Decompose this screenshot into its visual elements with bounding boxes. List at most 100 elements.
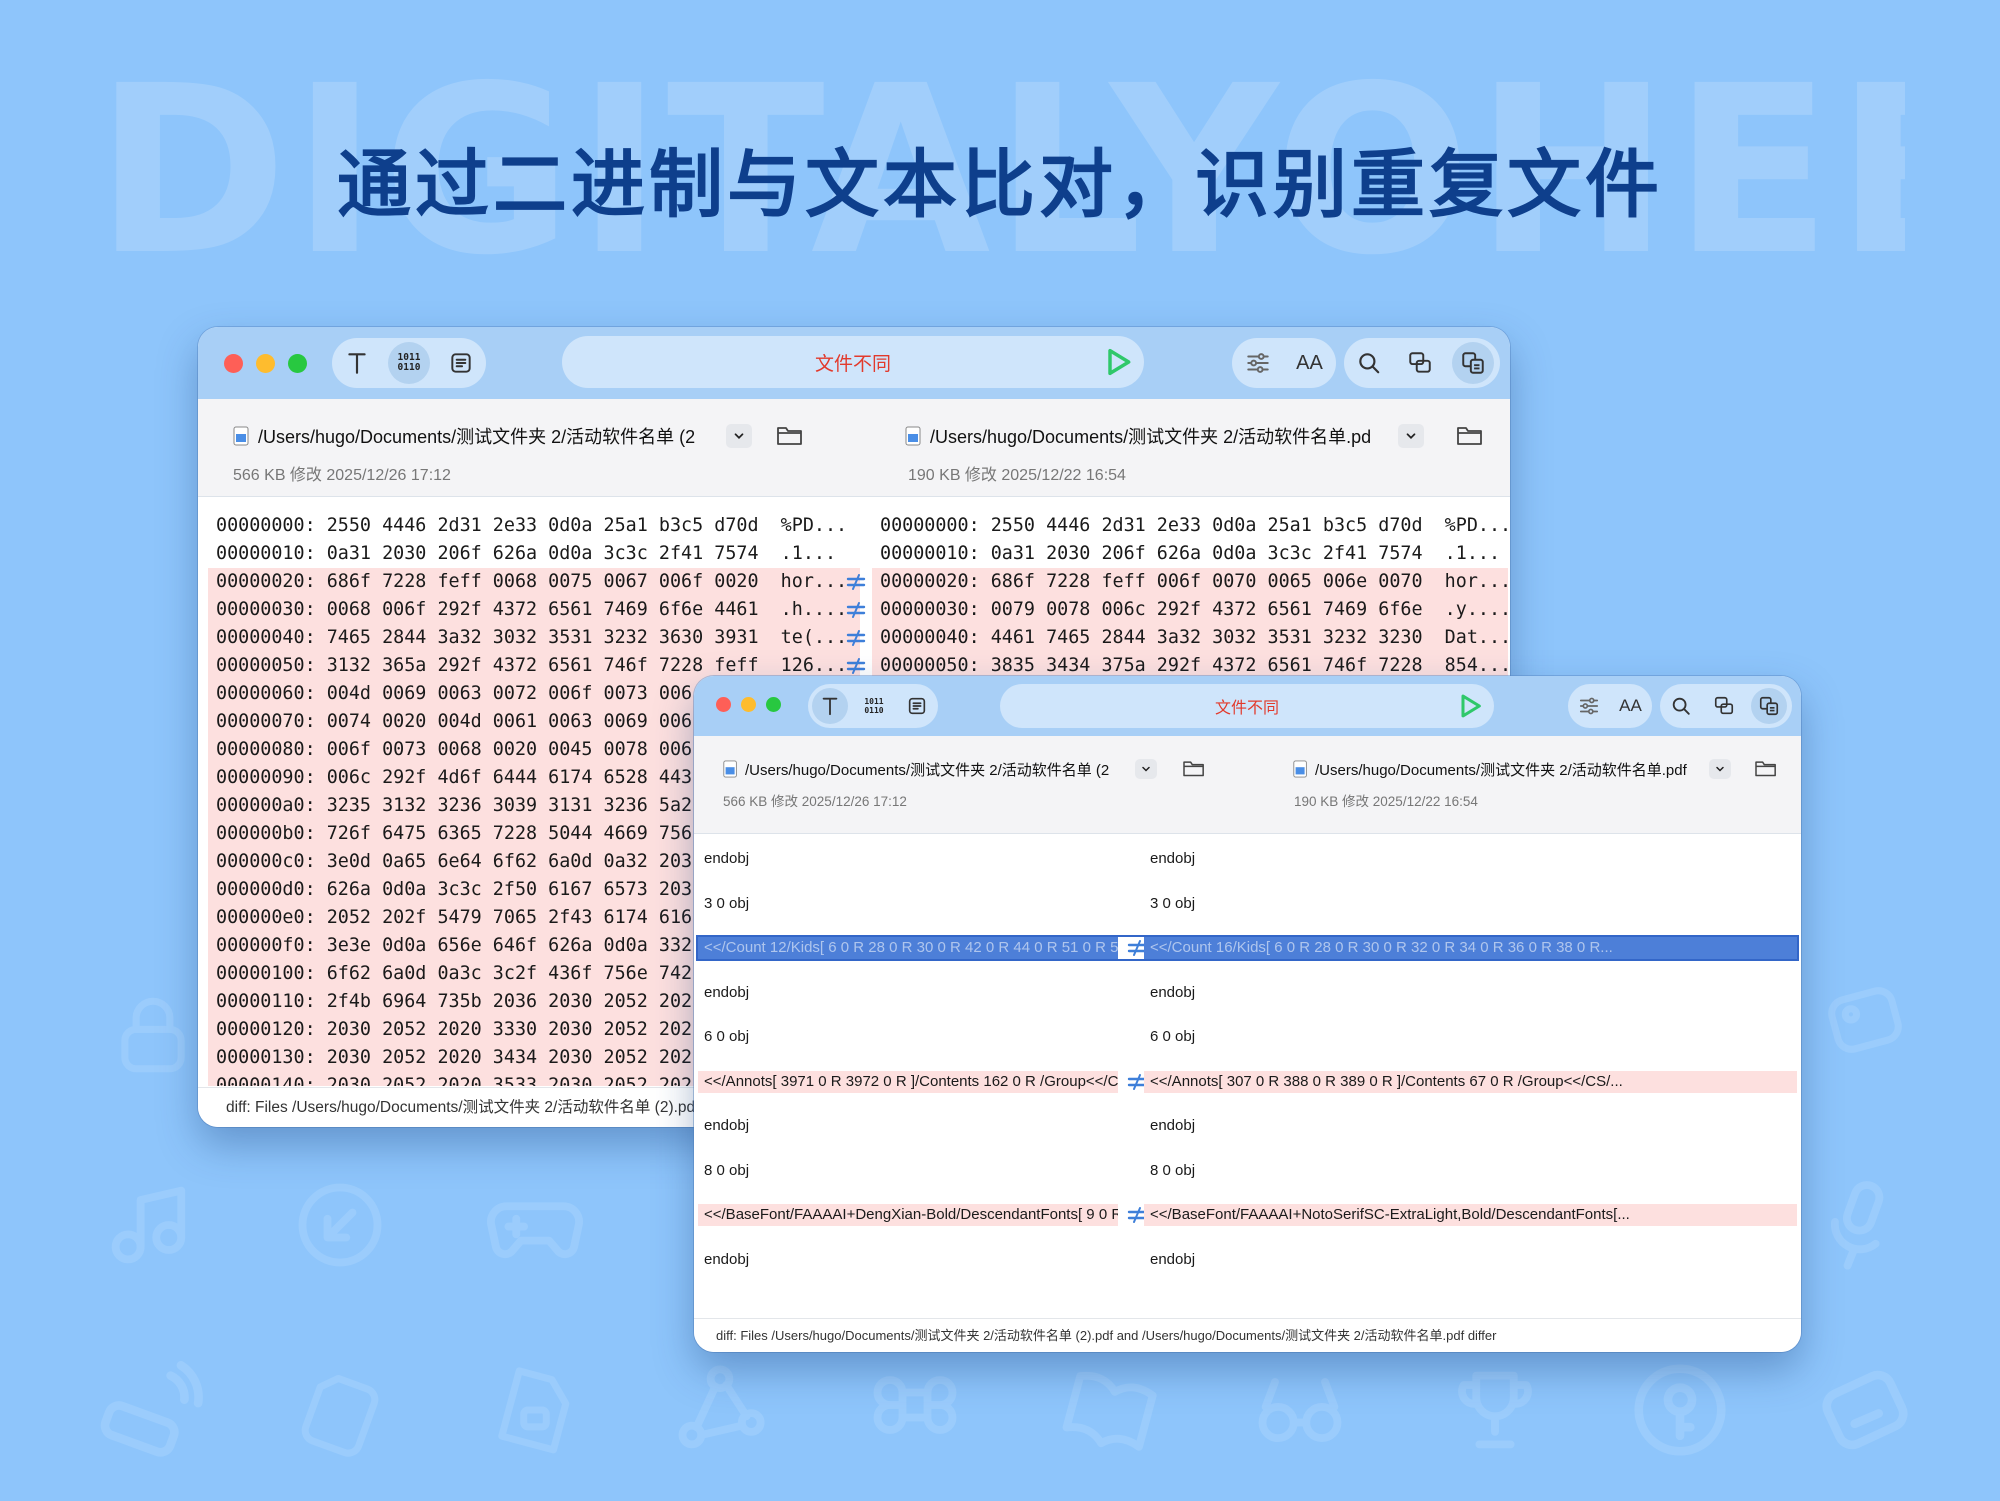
file-lock-icon [490, 1360, 580, 1460]
minimize-window-button[interactable] [256, 354, 275, 373]
play-icon[interactable] [1102, 346, 1134, 378]
diff-row[interactable]: <</Annots[ 3971 0 R 3972 0 R ]/Contents … [698, 1070, 1797, 1093]
hex-line[interactable]: 00000030: 0068 006f 292f 4372 6561 7469 … [208, 596, 860, 624]
font-size-button[interactable]: AA [1614, 690, 1648, 722]
folder-icon[interactable] [776, 423, 804, 447]
not-equal-icon [846, 658, 866, 674]
filter-button[interactable] [1573, 690, 1605, 722]
text-diff-list[interactable]: endobj endobj 3 0 obj 3 0 obj <</Count 12/Ki… [694, 836, 1801, 1306]
close-window-button[interactable] [224, 354, 243, 373]
right-path-dropdown[interactable] [1398, 424, 1424, 448]
right-file-selector[interactable]: /Users/hugo/Documents/测试文件夹 2/活动软件名单.pdf [1292, 756, 1734, 782]
left-path-dropdown[interactable] [1135, 759, 1157, 779]
view-options-group: AA [1232, 338, 1336, 388]
document-mode-icon [450, 353, 471, 373]
right-file-path: /Users/hugo/Documents/测试文件夹 2/活动软件名单.pdf [1315, 761, 1687, 779]
music-note-icon [100, 1175, 200, 1275]
copy-button[interactable] [1401, 344, 1439, 382]
folder-icon[interactable] [1456, 423, 1484, 447]
microphone-icon [1810, 1170, 1910, 1280]
binary-mode-button[interactable]: 1011 0110 [857, 689, 891, 723]
diff-marker[interactable] [840, 596, 872, 624]
text-mode-button[interactable] [812, 688, 849, 724]
left-path-dropdown[interactable] [726, 424, 752, 448]
right-file-path: /Users/hugo/Documents/测试文件夹 2/活动软件名单.pd [930, 427, 1372, 447]
document-mode-button[interactable] [441, 343, 481, 383]
pdf-file-icon [905, 426, 921, 446]
zoom-window-button[interactable] [288, 354, 307, 373]
right-line-text: <</BaseFont/FAAAAI+NotoSerifSC-ExtraLigh… [1144, 1204, 1797, 1226]
left-line-text: <</Count 12/Kids[ 6 0 R 28 0 R 30 0 R 42… [698, 937, 1118, 959]
document-mode-icon [908, 697, 925, 715]
left-line-text: endobj [704, 983, 750, 1001]
diff-row[interactable]: 6 0 obj 6 0 obj [698, 1026, 1797, 1048]
diff-row[interactable]: 3 0 obj 3 0 obj [698, 893, 1797, 915]
search-button[interactable] [1665, 690, 1697, 722]
font-size-button[interactable]: AA [1290, 344, 1330, 382]
hex-line[interactable]: 00000020: 686f 7228 feff 006f 0070 0065 … [872, 568, 1508, 596]
trophy-icon [1445, 1355, 1545, 1465]
diff-summary-footer: diff: Files /Users/hugo/Documents/测试文件夹 … [694, 1318, 1801, 1352]
left-line-text: 3 0 obj [704, 894, 750, 912]
swap-icon [1759, 696, 1778, 716]
view-options-group: AA [1568, 684, 1652, 728]
titlebar: 1011 0110 文件不同 AA [694, 676, 1801, 736]
left-line-text: endobj [704, 1117, 750, 1134]
hex-line[interactable]: 00000030: 0079 0078 006c 292f 4372 6561 … [872, 596, 1508, 624]
titlebar: 1011 0110 文件不同 AA [198, 327, 1510, 399]
hex-line[interactable]: 00000040: 4461 7465 2844 3a32 3032 3531 … [872, 624, 1508, 652]
swap-button[interactable] [1451, 342, 1494, 384]
folder-icon[interactable] [1754, 758, 1778, 778]
right-line-text: endobj [1150, 983, 1196, 1001]
diff-row[interactable]: endobj endobj [698, 848, 1797, 870]
diff-row[interactable]: endobj endobj [698, 1249, 1797, 1271]
left-file-selector[interactable]: /Users/hugo/Documents/测试文件夹 2/活动软件名单 (2 [722, 756, 1164, 782]
right-line-text: endobj [1150, 850, 1196, 867]
diff-row[interactable]: <</BaseFont/FAAAAI+DengXian-Bold/Descend… [698, 1204, 1797, 1226]
close-window-button[interactable] [716, 697, 731, 712]
left-line-text: 6 0 obj [704, 1028, 750, 1045]
diff-marker[interactable] [840, 512, 872, 540]
hex-line[interactable]: 00000010: 0a31 2030 206f 626a 0d0a 3c3c … [208, 540, 860, 568]
hex-line[interactable]: 00000040: 7465 2844 3a32 3032 3531 3232 … [208, 624, 860, 652]
zoom-window-button[interactable] [766, 697, 781, 712]
chevron-down-icon [1142, 766, 1150, 772]
diff-marker[interactable] [840, 568, 872, 596]
hex-line[interactable]: 00000020: 686f 7228 feff 0068 0075 0067 … [208, 568, 860, 596]
left-line-text: 8 0 obj [704, 1161, 750, 1179]
gamepad-icon [480, 1175, 590, 1275]
copy-button[interactable] [1708, 690, 1740, 722]
right-file-selector[interactable]: /Users/hugo/Documents/测试文件夹 2/活动软件名单.pd [904, 421, 1434, 451]
font-size-icon: AA [1619, 696, 1642, 715]
play-icon[interactable] [1456, 692, 1484, 720]
text-mode-button[interactable] [337, 343, 377, 383]
key-circle-icon [1625, 1355, 1735, 1465]
minimize-window-button[interactable] [741, 697, 756, 712]
diff-marker[interactable] [840, 624, 872, 652]
tag-icon [1820, 975, 1910, 1065]
right-path-dropdown[interactable] [1709, 759, 1731, 779]
document-mode-button[interactable] [900, 689, 934, 723]
diff-row[interactable]: <</Count 12/Kids[ 6 0 R 28 0 R 30 0 R 42… [696, 935, 1799, 961]
diff-row[interactable]: endobj endobj [698, 982, 1797, 1004]
binary-mode-button[interactable]: 1011 0110 [387, 342, 430, 384]
book-icon [1060, 1355, 1160, 1465]
right-line-text: endobj [1150, 1117, 1196, 1134]
hex-line[interactable]: 00000010: 0a31 2030 206f 626a 0d0a 3c3c … [872, 540, 1508, 568]
hex-line[interactable]: 00000000: 2550 4446 2d31 2e33 0d0a 25a1 … [208, 512, 860, 540]
folder-icon[interactable] [1182, 758, 1206, 778]
diff-marker[interactable] [840, 540, 872, 568]
search-button[interactable] [1350, 344, 1388, 382]
hex-line[interactable]: 00000000: 2550 4446 2d31 2e33 0d0a 25a1 … [872, 512, 1508, 540]
sliders-icon [1579, 697, 1598, 715]
filter-button[interactable] [1239, 344, 1277, 382]
mode-segmented-control: 1011 0110 [808, 684, 938, 728]
diff-row[interactable]: 8 0 obj 8 0 obj [698, 1160, 1797, 1182]
diff-row[interactable]: endobj endobj [698, 1115, 1797, 1137]
swap-icon [1461, 352, 1484, 374]
swap-button[interactable] [1750, 688, 1787, 724]
right-line-text: <</Annots[ 307 0 R 388 0 R 389 0 R ]/Con… [1144, 1070, 1797, 1093]
left-file-selector[interactable]: /Users/hugo/Documents/测试文件夹 2/活动软件名单 (2 [232, 421, 762, 451]
right-line-text: <</Count 16/Kids[ 6 0 R 28 0 R 30 0 R 32… [1144, 937, 1797, 959]
glasses-icon [1245, 1360, 1355, 1460]
